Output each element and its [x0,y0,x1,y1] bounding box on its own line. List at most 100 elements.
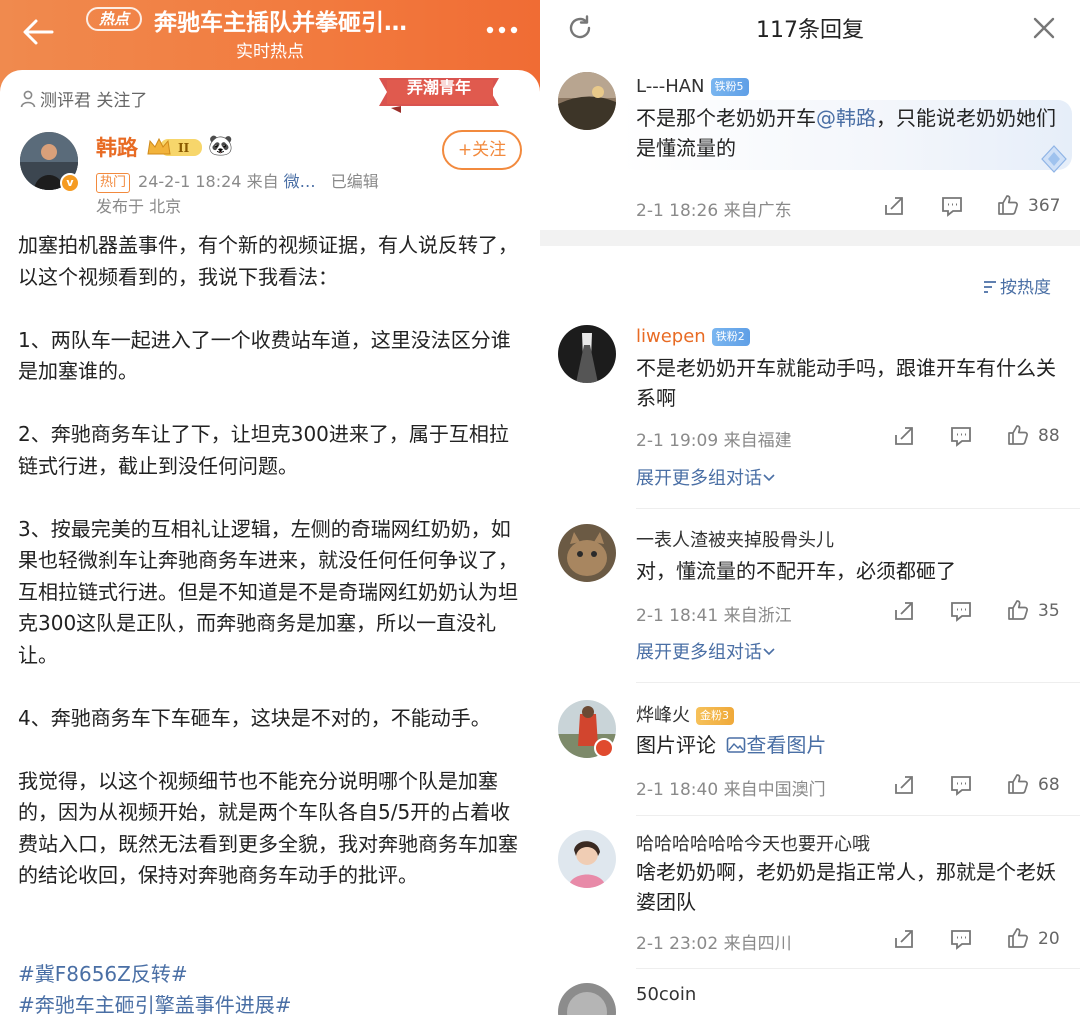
like-count: 20 [1038,929,1060,949]
topic-title[interactable]: 奔驰车主插队并拳砸引… [154,3,444,37]
post-body: 加塞拍机器盖事件，有个新的视频证据，有人说反转了，以这个视频看到的，我说下我看法… [18,230,522,923]
paragraph: 1、两队车一起进入了一个收费站车道，这里没法区分谁是加塞谁的。 [18,327,511,384]
panda-icon: 🐼 [208,133,233,157]
comment-meta: 2-1 23:02 来自四川 [636,934,792,954]
author-name[interactable]: 韩路 [96,132,138,162]
like-count: 35 [1038,601,1060,621]
comment-text: 不是老奶奶开车就能动手吗，跟谁开车有什么关系啊 [636,356,1056,410]
comment-divider [636,508,1080,509]
paragraph: 3、按最完美的互相礼让逻辑，左侧的奇瑞网红奶奶，如果也轻微刹车让奔驰商务车进来，… [18,516,518,667]
user-badge-icon [594,738,614,758]
like-icon[interactable] [1006,926,1030,950]
expand-label[interactable]: 展开更多组对话 [636,468,762,489]
person-icon [20,90,36,108]
comment-meta: 2-1 19:09 来自福建 [636,431,792,451]
screenshot-root: 热点 奔驰车主插队并拳砸引… 实时热点 测评君 关注了 弄潮青年 v 韩路 II… [0,0,1080,1015]
comment-text: 图片评论 查看图片 [636,730,1056,760]
verified-badge-icon: v [60,173,80,193]
like-count: 367 [1028,196,1061,216]
like-icon[interactable] [1006,598,1030,622]
section-separator [540,230,1080,246]
share-icon[interactable] [882,194,906,218]
comment-avatar[interactable] [558,72,616,130]
like-icon[interactable] [1006,772,1030,796]
sort-by-heat[interactable]: 按热度 [982,273,1051,298]
share-icon[interactable] [892,424,916,448]
comment-divider [636,815,1080,816]
share-icon[interactable] [892,599,916,623]
paragraph: 2、奔驰商务车让了下，让坦克300进来了，属于互相拉链式行进，截止到没任何问题。 [18,422,509,478]
hot-badge: 热门 [96,173,131,193]
post-source[interactable]: 微… [284,172,316,191]
replies-title: 117条回复 [756,18,864,43]
fan-badge: 铁粉5 [710,78,749,96]
close-icon[interactable] [1030,14,1058,42]
like-count: 68 [1038,775,1060,795]
followed-by-note: 测评君 关注了 [20,86,147,111]
hashtag-link[interactable]: #冀F8656Z反转# [18,958,188,987]
comment-text: 对，懂流量的不配开车，必须都砸了 [636,559,956,583]
follow-button[interactable]: +关注 [442,130,522,170]
post-panel: 热点 奔驰车主插队并拳砸引… 实时热点 测评君 关注了 弄潮青年 v 韩路 II… [0,0,540,1015]
edited-label: 已编辑 [330,172,379,191]
more-icon[interactable] [482,17,522,43]
comment-divider [636,682,1080,683]
paragraph: 4、奔驰商务车下车砸车，这块是不对的，不能动手。 [18,705,491,730]
commenter-name[interactable]: liwepen 铁粉2 [636,326,750,347]
like-icon[interactable] [1006,423,1030,447]
expand-conversation-link[interactable]: 展开更多组对话 [636,638,776,664]
comment-icon[interactable] [949,927,973,951]
comment-avatar[interactable] [558,325,616,383]
comment-avatar[interactable] [558,983,616,1015]
expand-label[interactable]: 展开更多组对话 [636,642,762,663]
commenter-name[interactable]: 50coin [636,984,696,1005]
fan-badge: 铁粉2 [711,328,750,346]
comment-meta: 2-1 18:41 来自浙江 [636,606,792,626]
comment-text-part: 图片评论 [636,733,716,757]
fan-badge: 金粉3 [696,707,734,725]
commenter-name[interactable]: 哈哈哈哈哈哈今天也要开心哦 [636,830,870,856]
paragraph: 我觉得，以这个视频细节也不能充分说明哪个队是加塞的，因为从视频开始，就是两个车队… [18,768,518,888]
chevron-down-icon [763,648,775,656]
commenter-name-text[interactable]: liwepen [636,326,706,347]
comment-icon[interactable] [949,773,973,797]
like-count: 88 [1038,426,1060,446]
replies-header: 117条回复 [540,0,1080,58]
replies-panel: 117条回复 L---HAN 铁粉5 不是那个老奶奶开车@韩路，只能说老奶奶她们是… [540,0,1080,1015]
share-icon[interactable] [892,927,916,951]
comment-icon[interactable] [940,194,964,218]
comment-icon[interactable] [949,599,973,623]
comment-avatar[interactable] [558,524,616,582]
comment-meta: 2-1 18:40 来自中国澳门 [636,780,826,800]
sort-icon [984,281,996,293]
comment-divider [636,968,1080,969]
hashtag-link[interactable]: #奔驰车主砸引擎盖事件进展# [18,989,292,1015]
mention-link[interactable]: @韩路 [816,106,876,130]
share-icon[interactable] [892,773,916,797]
comment-icon[interactable] [949,424,973,448]
commenter-name[interactable]: L---HAN 铁粉5 [636,76,749,97]
commenter-name-text[interactable]: L---HAN [636,76,705,97]
hot-topic-tag: 热点 [86,7,142,31]
comment-text-part: 不是那个老奶奶开车 [636,106,816,130]
post-location: 发布于 北京 [96,197,182,216]
svg-text:II: II [178,141,190,155]
commenter-name[interactable]: 烨峰火 金粉3 [636,701,734,727]
comment-text: 不是那个老奶奶开车@韩路，只能说老奶奶她们是懂流量的 [636,103,1056,163]
image-icon [727,737,746,753]
comment-text: 啥老奶奶啊，老奶奶是指正常人，那就是个老妖婆团队 [636,860,1056,914]
followed-by-text: 测评君 关注了 [40,91,148,111]
like-icon[interactable] [996,193,1020,217]
commenter-name-text[interactable]: 烨峰火 [636,705,690,726]
sort-label[interactable]: 按热度 [1000,278,1051,298]
commenter-name[interactable]: 一表人渣被夹掉股骨头儿 [636,526,834,552]
expand-conversation-link[interactable]: 展开更多组对话 [636,464,776,490]
chevron-down-icon [763,474,775,482]
view-image-link[interactable]: 查看图片 [746,733,826,757]
paragraph: 加塞拍机器盖事件，有个新的视频证据，有人说反转了，以这个视频看到的，我说下我看法… [18,233,518,289]
post-time: 24-2-1 18:24 来自 [138,172,279,191]
ribbon-label: 弄潮青年 [406,78,471,97]
comment-avatar[interactable] [558,830,616,888]
post-meta: 热门 24-2-1 18:24 来自 微… 已编辑 [96,168,379,193]
topic-subtitle: 实时热点 [236,42,304,62]
